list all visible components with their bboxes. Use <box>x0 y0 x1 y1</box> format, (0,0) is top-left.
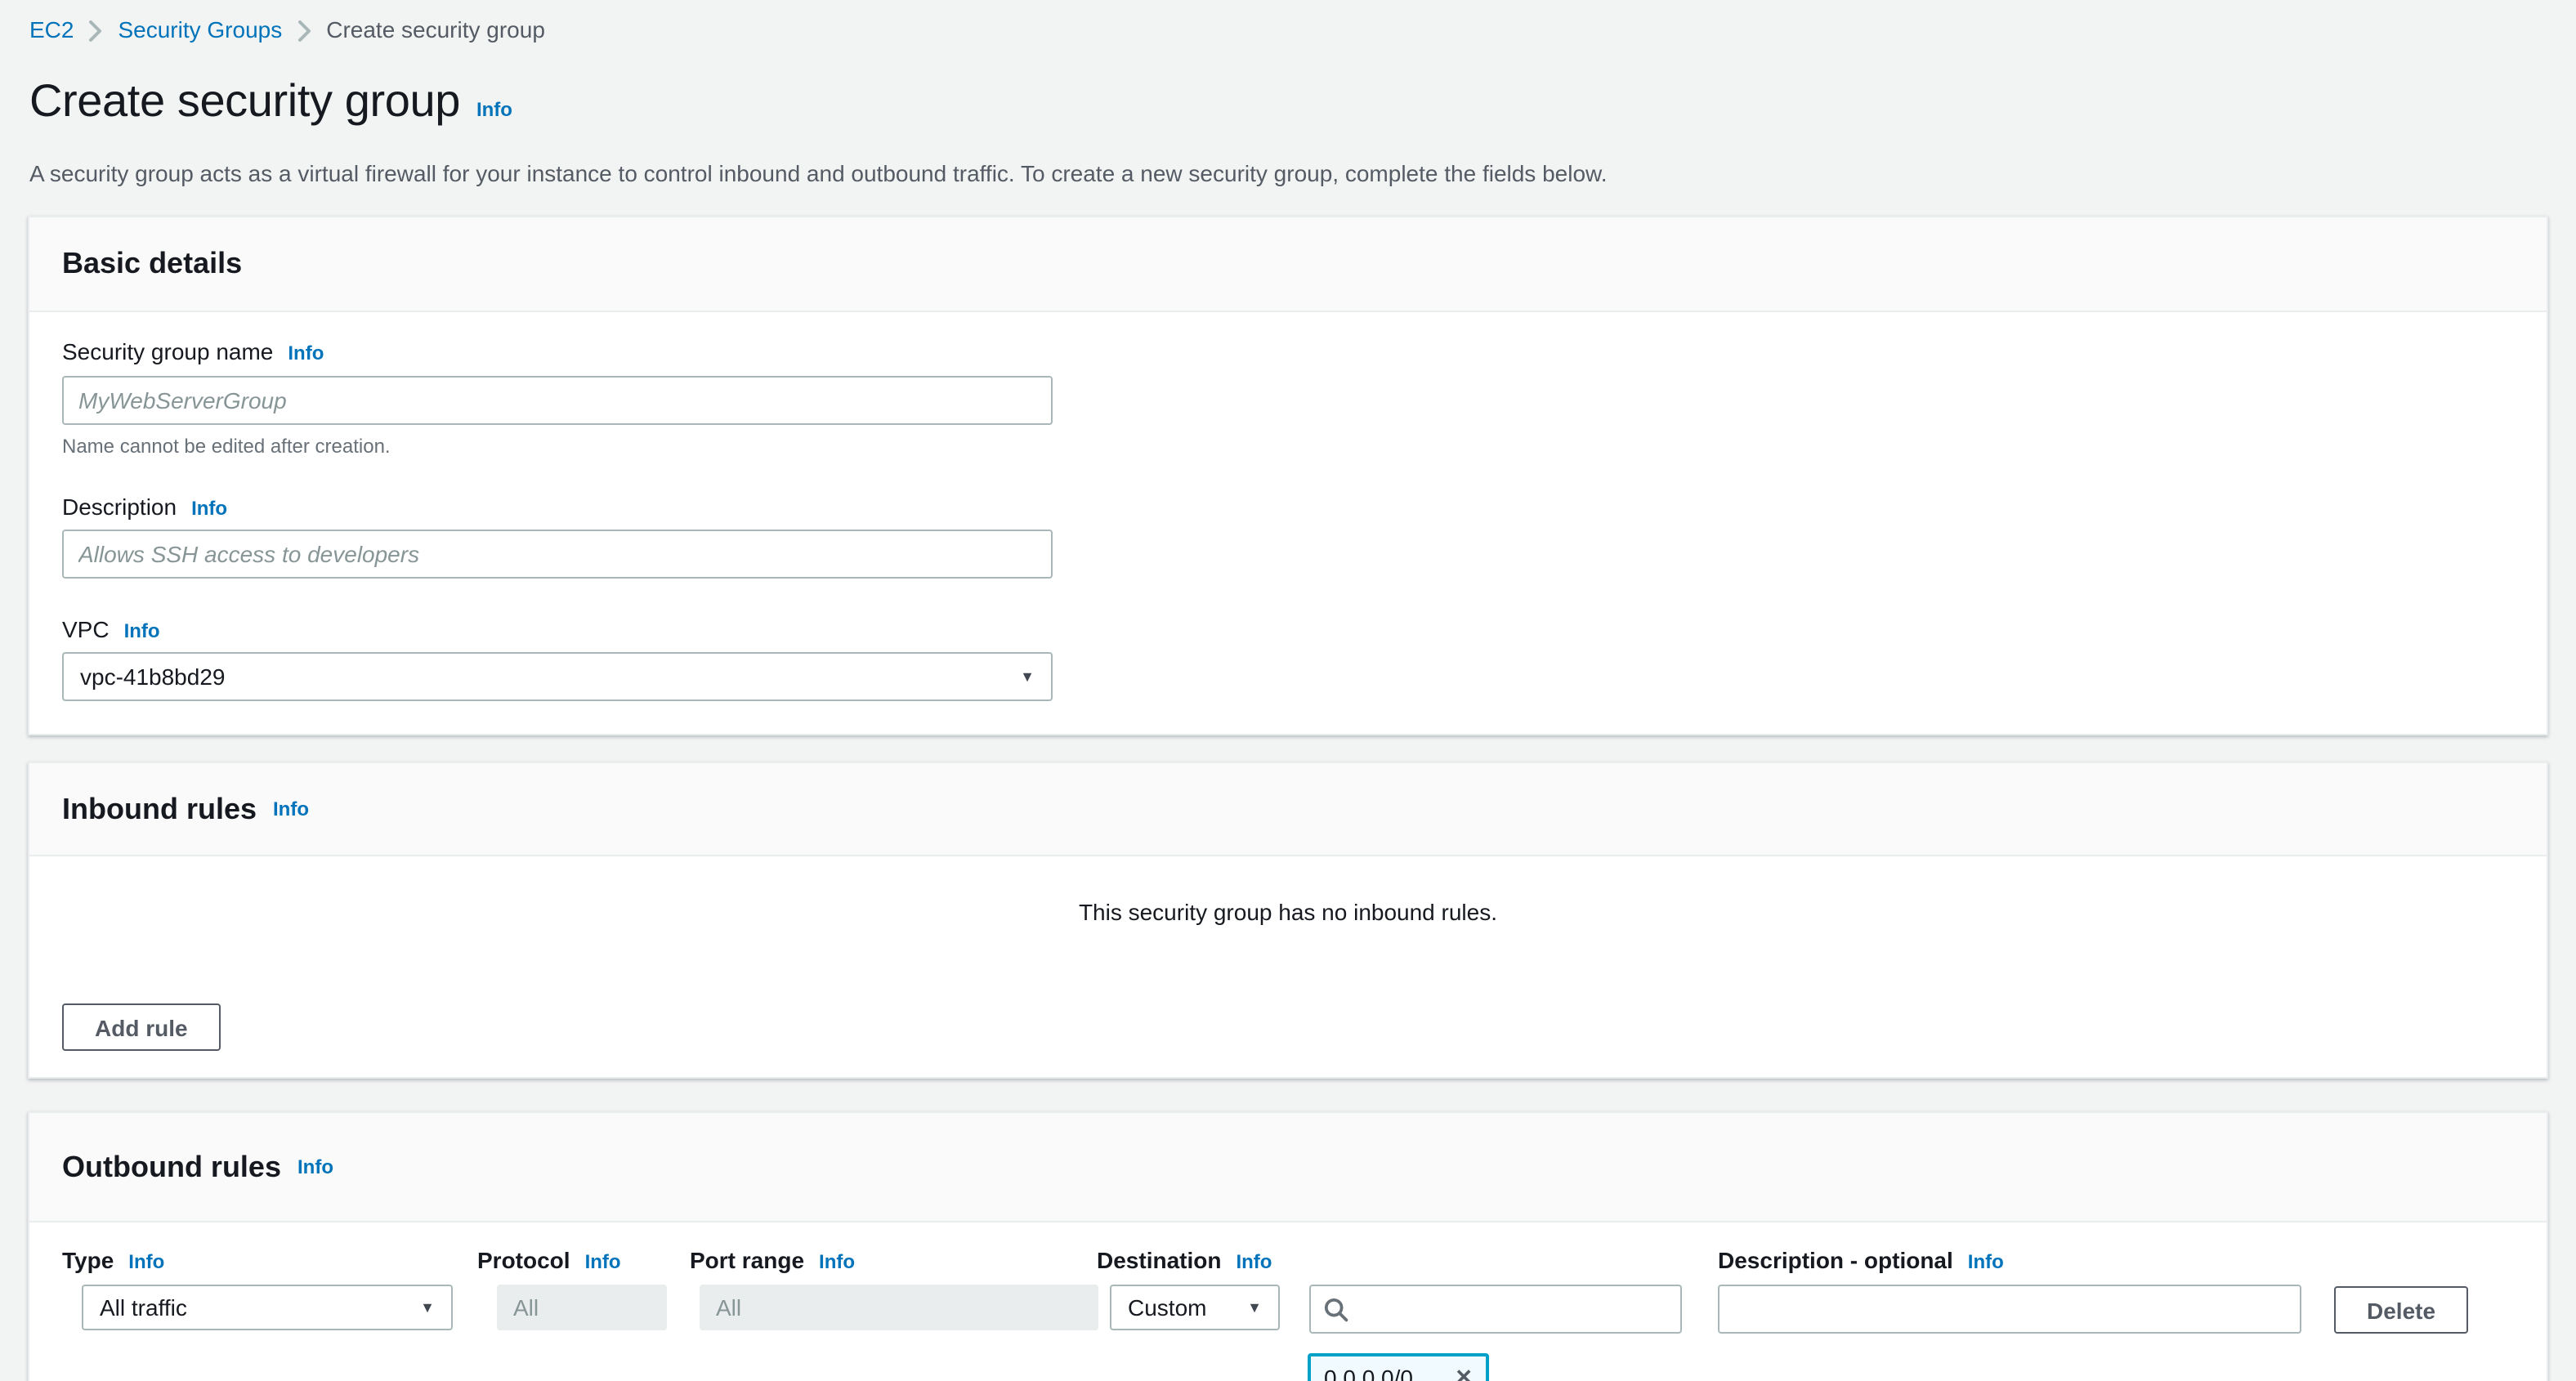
protocol-info-link[interactable]: Info <box>585 1250 621 1273</box>
destination-token[interactable]: 0.0.0.0/0 ✕ <box>1308 1353 1489 1381</box>
page-title: Create security group <box>29 75 460 127</box>
security-group-name-info-link[interactable]: Info <box>288 342 324 364</box>
description-label: Description <box>62 494 177 520</box>
vpc-label: VPC <box>62 616 110 642</box>
vpc-label-row: VPC Info <box>62 616 160 642</box>
description-info-link[interactable]: Info <box>191 497 227 520</box>
breadcrumb-link-security-groups[interactable]: Security Groups <box>118 13 282 46</box>
page-heading: Create security group Info <box>29 75 512 127</box>
port-range-column-label: Port range <box>690 1247 804 1273</box>
security-group-name-label: Security group name <box>62 338 273 364</box>
port-range-info-link[interactable]: Info <box>819 1250 855 1273</box>
caret-down-icon: ▼ <box>1020 669 1035 684</box>
type-column-label: Type <box>62 1247 114 1273</box>
basic-details-title: Basic details <box>62 247 242 281</box>
vpc-info-link[interactable]: Info <box>124 619 160 642</box>
protocol-label-row: Protocol Info <box>477 1247 621 1273</box>
add-rule-button[interactable]: Add rule <box>62 1003 221 1051</box>
rule-description-input[interactable] <box>1718 1285 2301 1334</box>
inbound-rules-card: Inbound rules Info This security group h… <box>28 762 2548 1079</box>
destination-search-input[interactable] <box>1358 1296 1667 1322</box>
rule-description-column-label: Description - optional <box>1718 1247 1953 1273</box>
vpc-select[interactable]: vpc-41b8bd29 ▼ <box>62 652 1053 701</box>
security-group-name-input[interactable] <box>62 376 1053 425</box>
remove-token-icon[interactable]: ✕ <box>1455 1365 1473 1381</box>
port-range-input <box>700 1285 1098 1330</box>
outbound-rules-info-link[interactable]: Info <box>297 1155 333 1178</box>
destination-label-row: Destination Info <box>1097 1247 1272 1273</box>
chevron-right-icon <box>88 19 103 42</box>
type-select[interactable]: All traffic ▼ <box>82 1285 453 1330</box>
type-info-link[interactable]: Info <box>128 1250 164 1273</box>
destination-token-value: 0.0.0.0/0 <box>1324 1365 1413 1381</box>
destination-column-label: Destination <box>1097 1247 1221 1273</box>
chevron-right-icon <box>297 19 311 42</box>
breadcrumb-link-ec2[interactable]: EC2 <box>29 13 74 46</box>
breadcrumb-current: Create security group <box>326 13 545 46</box>
security-group-name-helper: Name cannot be edited after creation. <box>62 435 391 458</box>
protocol-input <box>497 1285 667 1330</box>
inbound-rules-title: Inbound rules <box>62 792 257 826</box>
type-label-row: Type Info <box>62 1247 164 1273</box>
port-range-label-row: Port range Info <box>690 1247 855 1273</box>
destination-info-link[interactable]: Info <box>1236 1250 1272 1273</box>
destination-type-select[interactable]: Custom ▼ <box>1110 1285 1280 1330</box>
create-security-group-page: EC2 Security Groups Create security grou… <box>0 0 2576 1381</box>
delete-rule-button[interactable]: Delete <box>2334 1286 2468 1334</box>
inbound-rules-header: Inbound rules Info <box>29 763 2547 856</box>
caret-down-icon: ▼ <box>420 1300 435 1315</box>
basic-details-header: Basic details <box>29 217 2547 312</box>
inbound-empty-message: This security group has no inbound rules… <box>29 899 2547 925</box>
breadcrumb: EC2 Security Groups Create security grou… <box>29 13 545 46</box>
inbound-rules-info-link[interactable]: Info <box>273 798 309 820</box>
vpc-select-value: vpc-41b8bd29 <box>80 664 226 690</box>
caret-down-icon: ▼ <box>1247 1300 1262 1315</box>
rule-description-label-row: Description - optional Info <box>1718 1247 2004 1273</box>
outbound-rules-card: Outbound rules Info Type Info Protocol I… <box>28 1111 2548 1381</box>
description-input[interactable] <box>62 530 1053 579</box>
outbound-rules-header: Outbound rules Info <box>29 1113 2547 1222</box>
basic-details-card: Basic details Security group name Info N… <box>28 216 2548 735</box>
outbound-rules-title: Outbound rules <box>62 1150 281 1184</box>
search-icon <box>1324 1297 1348 1321</box>
destination-type-select-value: Custom <box>1128 1294 1206 1321</box>
destination-search-box <box>1309 1285 1682 1334</box>
rule-description-info-link[interactable]: Info <box>1968 1250 2004 1273</box>
description-label-row: Description Info <box>62 494 227 520</box>
type-select-value: All traffic <box>100 1294 187 1321</box>
security-group-name-label-row: Security group name Info <box>62 338 324 364</box>
page-title-info-link[interactable]: Info <box>476 98 512 121</box>
scale-wrapper: EC2 Security Groups Create security grou… <box>0 0 2576 1381</box>
protocol-column-label: Protocol <box>477 1247 570 1273</box>
page-subtitle: A security group acts as a virtual firew… <box>29 157 1608 190</box>
